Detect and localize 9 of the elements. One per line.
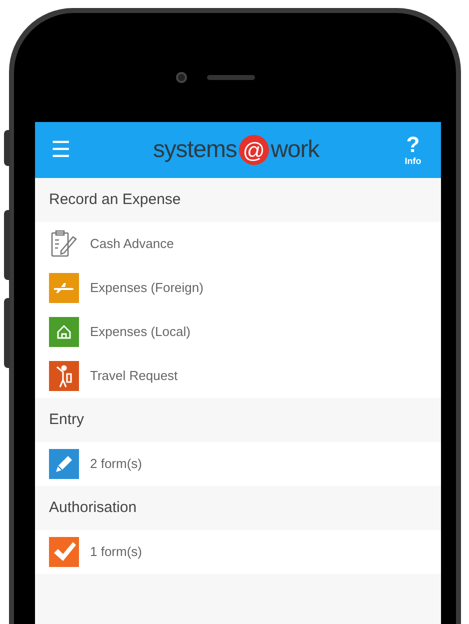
camera-icon — [176, 72, 187, 83]
speaker-grille — [207, 75, 255, 80]
logo-at-mark: @ — [238, 135, 269, 165]
section-heading: Entry — [48, 410, 86, 430]
logo-text: systems — [152, 135, 237, 165]
section-heading: Record an Expense — [48, 190, 182, 210]
section-heading: Authorisation — [48, 498, 138, 518]
logo-text: work — [270, 135, 320, 165]
clipboard-pencil-icon — [49, 229, 79, 259]
